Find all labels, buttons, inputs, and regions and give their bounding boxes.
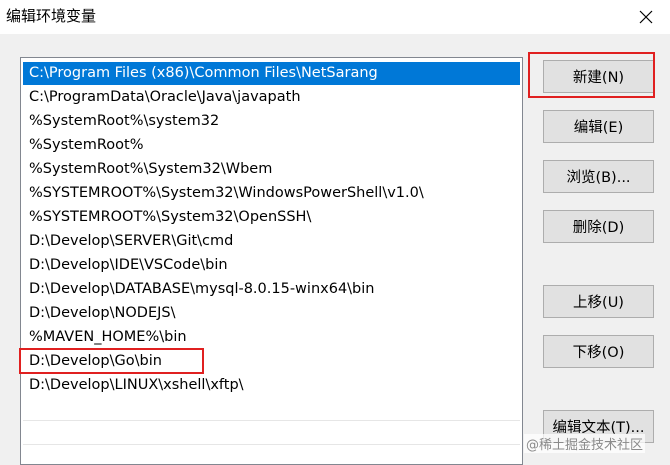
browse-button[interactable]: 浏览(B)...	[543, 160, 654, 193]
window-title: 编辑环境变量	[6, 7, 97, 25]
list-item[interactable]: D:\Develop\NODEJS\	[23, 302, 520, 325]
close-icon	[639, 10, 653, 24]
list-item[interactable]: %SYSTEMROOT%\System32\OpenSSH\	[23, 206, 520, 229]
list-item[interactable]: %MAVEN_HOME%\bin	[23, 326, 520, 349]
list-item[interactable]: D:\Develop\SERVER\Git\cmd	[23, 230, 520, 253]
list-item[interactable]: C:\ProgramData\Oracle\Java\javapath	[23, 86, 520, 109]
list-item[interactable]: D:\Develop\Go\bin	[23, 350, 520, 373]
path-list[interactable]: C:\Program Files (x86)\Common Files\NetS…	[20, 57, 523, 465]
list-item[interactable]: D:\Develop\LINUX\xshell\xftp\	[23, 374, 520, 397]
edit-button[interactable]: 编辑(E)	[543, 110, 654, 143]
list-item[interactable]: D:\Develop\DATABASE\mysql-8.0.15-winx64\…	[23, 278, 520, 301]
close-button[interactable]	[622, 0, 670, 34]
new-button[interactable]: 新建(N)	[543, 60, 654, 93]
list-item[interactable]: %SystemRoot%\System32\Wbem	[23, 158, 520, 181]
title-bar: 编辑环境变量	[0, 0, 670, 34]
list-item[interactable]: %SystemRoot%	[23, 134, 520, 157]
move-down-button[interactable]: 下移(O)	[543, 335, 654, 368]
move-up-button[interactable]: 上移(U)	[543, 285, 654, 318]
list-item[interactable]: %SYSTEMROOT%\System32\WindowsPowerShell\…	[23, 182, 520, 205]
delete-button[interactable]: 删除(D)	[543, 210, 654, 243]
list-item[interactable]: D:\Develop\IDE\VSCode\bin	[23, 254, 520, 277]
list-item[interactable]: %SystemRoot%\system32	[23, 110, 520, 133]
empty-list-row[interactable]	[23, 422, 520, 445]
watermark: @稀土掘金技术社区	[524, 434, 646, 453]
empty-list-row[interactable]	[23, 398, 520, 421]
list-item[interactable]: C:\Program Files (x86)\Common Files\NetS…	[23, 62, 520, 85]
